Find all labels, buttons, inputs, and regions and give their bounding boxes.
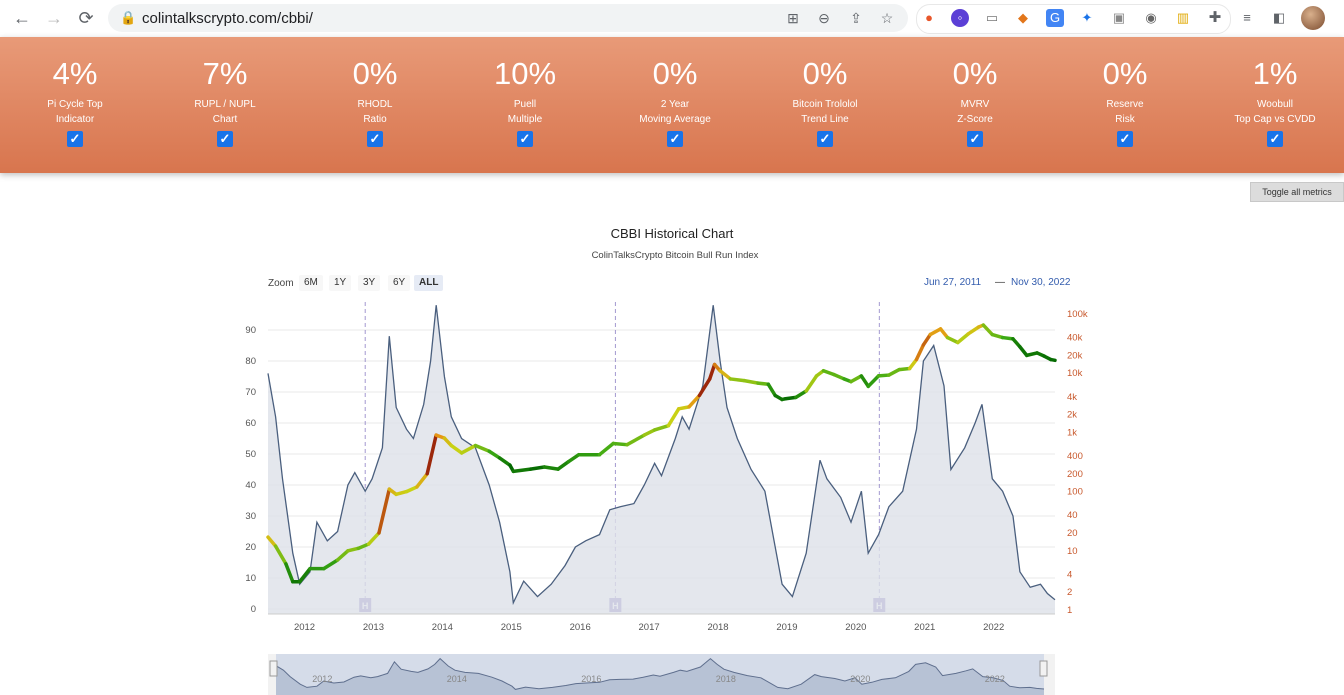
y-right-tick-label: 100 bbox=[1067, 487, 1083, 498]
y-right-tick-label: 2 bbox=[1067, 587, 1072, 598]
navigator-tick-label: 2022 bbox=[985, 674, 1005, 684]
y-left-tick-label: 50 bbox=[245, 449, 256, 460]
btc-price-segment bbox=[511, 467, 533, 474]
navigator-tick-label: 2020 bbox=[850, 674, 870, 684]
y-right-tick-label: 400 bbox=[1067, 451, 1083, 462]
y-left-tick-label: 60 bbox=[245, 418, 256, 429]
y-right-tick-label: 2k bbox=[1067, 410, 1077, 421]
y-left-tick-label: 0 bbox=[251, 604, 256, 615]
y-right-tick-label: 20k bbox=[1067, 350, 1083, 361]
y-left-tick-label: 90 bbox=[245, 325, 256, 336]
y-right-tick-label: 1 bbox=[1067, 605, 1072, 616]
y-right-tick-label: 20 bbox=[1067, 528, 1078, 539]
navigator-left-handle[interactable] bbox=[269, 660, 278, 677]
x-tick-label: 2022 bbox=[983, 622, 1004, 633]
y-right-tick-label: 10k bbox=[1067, 368, 1083, 379]
navigator-tick-label: 2018 bbox=[716, 674, 736, 684]
cbbi-chart[interactable]: 0 10 20 30 40 50 60 70 80 90 1 2 4 10 20 40 100 200 400 1k 2… bbox=[0, 0, 1344, 695]
btc-price-segment bbox=[611, 441, 629, 447]
y-right-tick-label: 10 bbox=[1067, 546, 1078, 557]
y-left-tick-label: 80 bbox=[245, 356, 256, 367]
y-right-tick-label: 40k bbox=[1067, 333, 1083, 344]
x-tick-label: 2018 bbox=[707, 622, 728, 633]
y-right-tick-label: 40 bbox=[1067, 510, 1078, 521]
navigator-tick-label: 2016 bbox=[581, 674, 601, 684]
x-tick-label: 2015 bbox=[501, 622, 522, 633]
y-left-tick-label: 20 bbox=[245, 542, 256, 553]
y-left-tick-label: 10 bbox=[245, 573, 256, 584]
x-tick-label: 2014 bbox=[432, 622, 453, 633]
y-left-tick-label: 30 bbox=[245, 511, 256, 522]
x-tick-label: 2017 bbox=[639, 622, 660, 633]
x-tick-label: 2013 bbox=[363, 622, 384, 633]
x-tick-label: 2021 bbox=[914, 622, 935, 633]
x-tick-label: 2019 bbox=[776, 622, 797, 633]
navigator-tick-label: 2014 bbox=[447, 674, 467, 684]
btc-price-segment bbox=[528, 465, 547, 471]
x-tick-label: 2012 bbox=[294, 622, 315, 633]
y-right-tick-label: 100k bbox=[1067, 309, 1088, 320]
y-right-tick-label: 1k bbox=[1067, 427, 1077, 438]
navigator-tick-label: 2012 bbox=[312, 674, 332, 684]
y-right-tick-label: 200 bbox=[1067, 469, 1083, 480]
y-left-tick-label: 40 bbox=[245, 480, 256, 491]
btc-price-segment bbox=[542, 465, 560, 471]
btc-price-segment bbox=[1049, 357, 1057, 363]
y-left-tick-label: 70 bbox=[245, 387, 256, 398]
y-right-tick-label: 4 bbox=[1067, 569, 1072, 580]
y-right-tick-label: 4k bbox=[1067, 392, 1077, 403]
btc-price-segment bbox=[728, 377, 746, 383]
btc-price-segment bbox=[742, 378, 760, 385]
x-tick-label: 2020 bbox=[845, 622, 866, 633]
x-tick-label: 2016 bbox=[570, 622, 591, 633]
navigator-right-handle[interactable] bbox=[1039, 660, 1048, 677]
